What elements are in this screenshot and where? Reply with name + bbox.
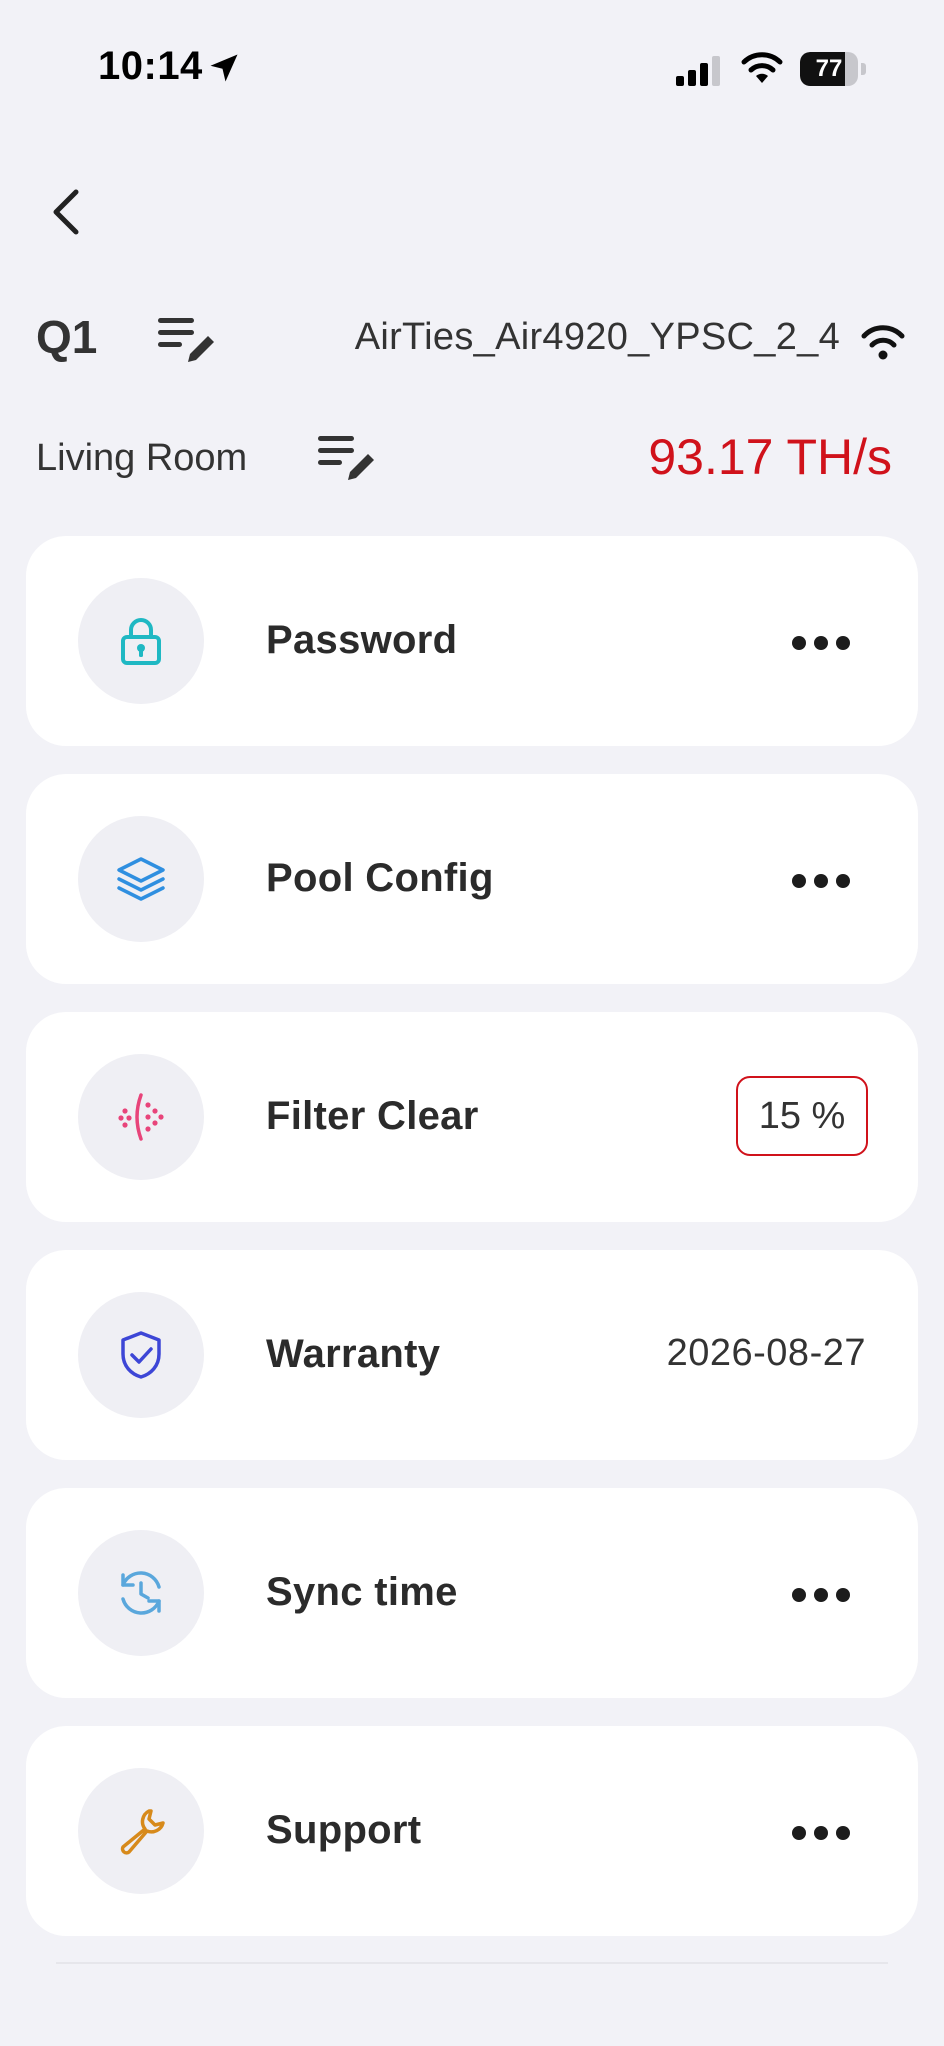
device-name: Q1	[36, 311, 98, 363]
status-time: 10:14	[98, 44, 203, 88]
status-bar: 10:14 77	[0, 0, 944, 140]
sync-time-card[interactable]: Sync time	[26, 1488, 918, 1698]
battery-indicator: 77	[800, 52, 866, 86]
filter-percentage-badge: 15 %	[736, 1076, 868, 1156]
support-more-button[interactable]	[792, 1806, 872, 1856]
layers-icon	[117, 857, 165, 901]
wifi-status-icon	[741, 52, 783, 83]
back-button[interactable]	[40, 182, 100, 242]
clock-sync-icon	[121, 1571, 161, 1615]
sync-time-icon-circle	[78, 1530, 204, 1656]
location-arrow-icon	[210, 54, 238, 82]
filter-clear-label: Filter Clear	[266, 1094, 479, 1138]
warranty-icon-circle	[78, 1292, 204, 1418]
wifi-ssid: AirTies_Air4920_YPSC_2_4	[354, 316, 840, 358]
wifi-icon	[861, 325, 905, 360]
wrench-icon	[120, 1809, 165, 1855]
room-name: Living Room	[36, 437, 248, 479]
cellular-signal-icon	[676, 56, 720, 86]
pool-config-card[interactable]: Pool Config	[26, 774, 918, 984]
password-more-button[interactable]	[792, 616, 872, 666]
lock-icon	[121, 618, 161, 665]
edit-room-icon[interactable]	[316, 432, 380, 488]
shield-check-icon	[121, 1331, 161, 1379]
password-card[interactable]: Password	[26, 536, 918, 746]
warranty-card[interactable]: Warranty 2026-08-27	[26, 1250, 918, 1460]
hashrate-value: 93.17 TH/s	[648, 429, 892, 485]
password-icon-circle	[78, 578, 204, 704]
warranty-label: Warranty	[266, 1332, 441, 1376]
warranty-date: 2026-08-27	[666, 1332, 866, 1374]
pool-config-more-button[interactable]	[792, 854, 872, 904]
sync-time-more-button[interactable]	[792, 1568, 872, 1618]
battery-percentage: 77	[815, 55, 843, 82]
bottom-divider	[56, 1962, 888, 1964]
pool-config-icon-circle	[78, 816, 204, 942]
edit-name-icon[interactable]	[156, 314, 220, 370]
support-label: Support	[266, 1808, 422, 1852]
support-icon-circle	[78, 1768, 204, 1894]
filter-clear-card[interactable]: Filter Clear 15 %	[26, 1012, 918, 1222]
filter-clear-icon-circle	[78, 1054, 204, 1180]
filter-icon	[118, 1093, 164, 1141]
support-card[interactable]: Support	[26, 1726, 918, 1936]
password-label: Password	[266, 618, 458, 662]
sync-time-label: Sync time	[266, 1570, 458, 1614]
pool-config-label: Pool Config	[266, 856, 494, 900]
